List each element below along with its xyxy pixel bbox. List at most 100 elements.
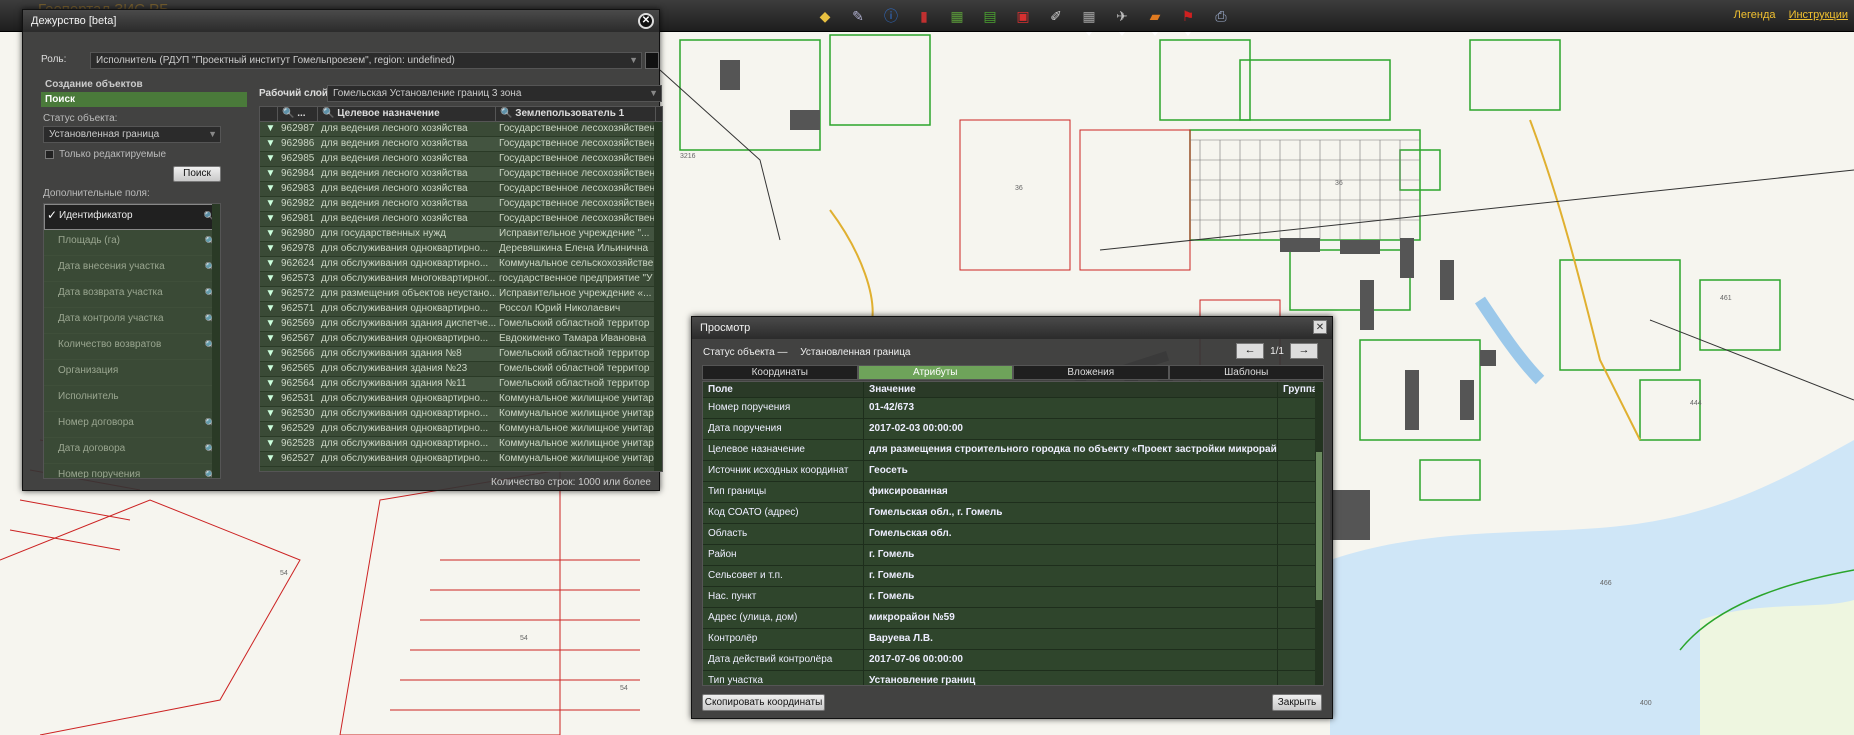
close-icon[interactable]: ✕ [1313,320,1327,334]
prev-arrow-icon[interactable]: ← [1236,343,1265,359]
extra-field-item[interactable]: ✓ Идентификатор 🔍 [44,204,220,230]
expand-icon[interactable]: ▼ [260,422,278,436]
table-row[interactable]: ▼ 962978 для обслуживания одноквартирно...… [260,242,662,257]
map-icon[interactable]: ▤ [977,3,1003,29]
table-row[interactable]: ▼ 962573 для обслуживания многоквартирног.… [260,272,662,287]
extra-field-item[interactable]: Дата контроля участка 🔍 [44,308,220,334]
flag-icon[interactable]: ⚑ [1175,3,1201,36]
extra-field-item[interactable]: Количество возвратов 🔍 [44,334,220,360]
gift-icon[interactable]: ▣ [1010,3,1036,29]
expand-icon[interactable]: ▼ [260,302,278,316]
scrollbar[interactable] [1315,382,1323,685]
next-arrow-icon[interactable]: → [1290,343,1318,359]
pencil-icon[interactable]: ✎ [845,3,871,29]
expand-icon[interactable]: ▼ [260,377,278,391]
search-button[interactable]: Поиск [173,166,221,182]
expand-icon[interactable]: ▼ [260,227,278,241]
expand-icon[interactable]: ▼ [260,197,278,211]
copy-coordinates-button[interactable]: Скопировать координаты [702,694,825,711]
expand-icon[interactable]: ▼ [260,437,278,451]
tab-attachments[interactable]: Вложения [1013,365,1169,380]
table-row[interactable]: ▼ 962531 для обслуживания одноквартирно...… [260,392,662,407]
close-icon[interactable]: ✕ [638,13,654,29]
expand-icon[interactable]: ▼ [260,212,278,226]
only-editable-checkbox[interactable]: Только редактируемые [45,149,247,160]
scrollbar[interactable] [212,204,220,478]
extra-field-item[interactable]: Номер договора 🔍 [44,412,220,438]
table-row[interactable]: ▼ 962530 для обслуживания одноквартирно...… [260,407,662,422]
expand-icon[interactable]: ▼ [260,272,278,286]
instructions-link[interactable]: Инструкции [1789,9,1848,21]
expand-icon[interactable]: ▼ [260,182,278,196]
extra-field-item[interactable]: Дата внесения участка 🔍 [44,256,220,282]
book-orange-icon[interactable]: ▰ [1142,3,1168,36]
scrollbar-thumb[interactable] [1316,452,1322,600]
expand-icon[interactable]: ▼ [260,167,278,181]
measure-icon[interactable]: ✈ [1109,3,1135,36]
table-row[interactable]: ▼ 962572 для размещения объектов неустано.… [260,287,662,302]
expand-icon[interactable]: ▼ [260,362,278,376]
table-row[interactable]: ▼ 962985 для ведения лесного хозяйства Госу… [260,152,662,167]
table-row[interactable]: ▼ 962569 для обслуживания здания диспетче.… [260,317,662,332]
expand-icon[interactable]: ▼ [260,287,278,301]
expand-icon[interactable]: ▼ [260,122,278,136]
table-row[interactable]: ▼ 962986 для ведения лесного хозяйства Госу… [260,137,662,152]
expand-icon[interactable]: ▼ [260,407,278,421]
work-layer-select[interactable]: Гомельская Установление границ 3 зона ▼ [327,85,662,102]
table-row[interactable]: ▼ 962527 для обслуживания одноквартирно...… [260,452,662,467]
table-row[interactable]: ▼ 962624 для обслуживания одноквартирно...… [260,257,662,272]
table-row[interactable]: ▼ 962981 для ведения лесного хозяйства Госу… [260,212,662,227]
table-row[interactable]: ▼ 962566 для обслуживания здания №8 Гомельс… [260,347,662,362]
extra-field-item[interactable]: Исполнитель [44,386,220,412]
role-action-button[interactable] [645,52,659,69]
expand-icon[interactable]: ▼ [260,392,278,406]
scrollbar[interactable] [654,122,662,471]
print-icon[interactable]: ⎙ [1208,3,1234,29]
mode-search[interactable]: Поиск [41,92,247,107]
expand-icon[interactable]: ▼ [260,152,278,166]
table-row[interactable]: ▼ 962980 для государственных нужд Исправите… [260,227,662,242]
table-row[interactable]: ▼ 962983 для ведения лесного хозяйства Госу… [260,182,662,197]
map-book-icon[interactable]: ▦ [944,3,970,29]
status-select[interactable]: Установленная граница ▼ [43,126,221,143]
table-row[interactable]: ▼ 962571 для обслуживания одноквартирно...… [260,302,662,317]
layers-icon[interactable]: ◆ [812,3,838,29]
expand-icon[interactable]: ▼ [260,242,278,256]
extra-field-item[interactable]: Площадь (га) 🔍 [44,230,220,256]
grid-header-landuser[interactable]: 🔍 Землепользователь 1 [496,107,656,121]
edit-doc-icon[interactable]: ✐ [1043,3,1069,29]
legend-link[interactable]: Легенда [1734,9,1776,21]
grid-icon[interactable]: ▦ [1076,3,1102,36]
duty-panel-header[interactable]: Дежурство [beta] ✕ [23,10,659,32]
extra-field-item[interactable]: Номер поручения 🔍 [44,464,220,478]
grid-header-id[interactable]: 🔍 ... [278,107,318,121]
tab-templates[interactable]: Шаблоны [1168,365,1324,380]
role-select[interactable]: Исполнитель (РДУП "Проектный институт Го… [90,52,642,69]
expand-icon[interactable]: ▼ [260,452,278,466]
expand-icon[interactable]: ▼ [260,317,278,331]
table-row[interactable]: ▼ 962987 для ведения лесного хозяйства Госу… [260,122,662,137]
extra-field-item[interactable]: Дата возврата участка 🔍 [44,282,220,308]
table-row[interactable]: ▼ 962564 для обслуживания здания №11 Гомель… [260,377,662,392]
tab-attributes[interactable]: Атрибуты [857,365,1013,380]
table-row[interactable]: ▼ 962529 для обслуживания одноквартирно...… [260,422,662,437]
close-button[interactable]: Закрыть [1272,694,1322,711]
tab-coordinates[interactable]: Координаты [702,365,858,380]
expand-icon[interactable]: ▼ [260,137,278,151]
extra-fields-list[interactable]: ✓ Идентификатор 🔍 Площадь (га) 🔍 Дата внесени… [43,203,221,479]
expand-icon[interactable]: ▼ [260,347,278,361]
extra-field-item[interactable]: Дата договора 🔍 [44,438,220,464]
book-icon[interactable]: ▮ [911,3,937,29]
table-row[interactable]: ▼ 962984 для ведения лесного хозяйства Госу… [260,167,662,182]
expand-icon[interactable]: ▼ [260,332,278,346]
table-row[interactable]: ▼ 962982 для ведения лесного хозяйства Госу… [260,197,662,212]
table-row[interactable]: ▼ 962528 для обслуживания одноквартирно...… [260,437,662,452]
extra-field-item[interactable]: Организация [44,360,220,386]
view-panel-header[interactable]: Просмотр ✕ [692,317,1332,339]
expand-icon[interactable]: ▼ [260,257,278,271]
table-row[interactable]: ▼ 962565 для обслуживания здания №23 Гомель… [260,362,662,377]
grid-header-purpose[interactable]: 🔍 Целевое назначение [318,107,496,121]
info-icon[interactable]: ⓘ [878,3,904,29]
checkbox-box[interactable] [45,150,54,159]
mode-create-objects[interactable]: Создание объектов [41,77,247,92]
